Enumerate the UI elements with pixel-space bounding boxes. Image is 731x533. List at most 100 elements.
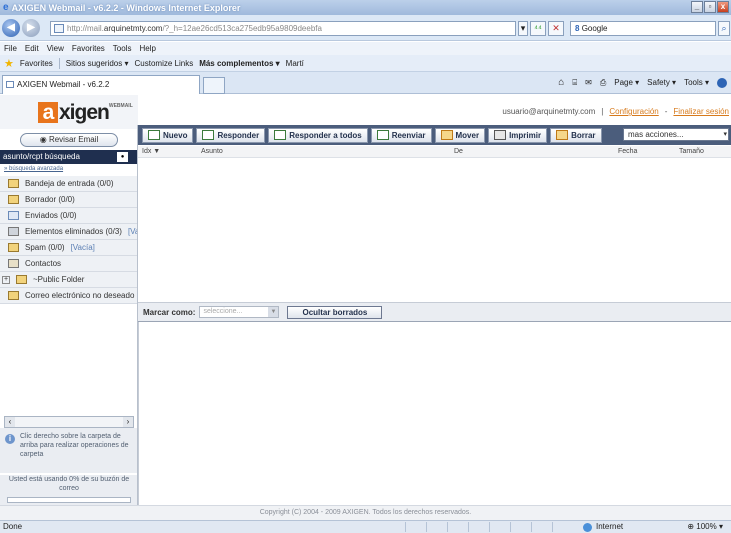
config-link[interactable]: Configuración (609, 107, 658, 116)
favorites-divider (58, 57, 60, 69)
col-subject[interactable]: Asunto (201, 148, 223, 155)
message-preview-pane (138, 322, 731, 505)
copyright-footer: Copyright (C) 2004 - 2009 AXIGEN. Todos … (0, 505, 731, 520)
folder-label: Correo electrónico no deseado (25, 291, 135, 300)
address-toolbar: ◀ ▶ http://mail.arquinetmty.com/?_h=12ae… (0, 15, 731, 41)
menu-view[interactable]: View (47, 44, 64, 53)
minimize-button[interactable]: _ (691, 1, 703, 13)
col-idx[interactable]: Idx ▼ (142, 148, 160, 155)
folder-label: Elementos eliminados (0/3) (25, 227, 122, 236)
mark-as-value: seleccione... (203, 308, 243, 315)
zone-label: Internet (596, 522, 624, 531)
check-mail-button[interactable]: ◉ Revisar Email (20, 133, 118, 147)
col-size[interactable]: Tamaño (679, 148, 704, 155)
folder-list-blank (0, 306, 138, 416)
logo-area: a xigenWEBMAIL (0, 95, 138, 129)
more-actions-select[interactable]: mas acciones... ▾ (623, 128, 729, 141)
home-icon[interactable]: ⌂ (558, 77, 564, 88)
forward-icon[interactable]: ▶ (22, 19, 40, 37)
drafts-icon (8, 195, 19, 204)
empty-spam-link[interactable]: [Vacía] (71, 243, 95, 252)
print-button[interactable]: Imprimir (488, 127, 548, 143)
menu-file[interactable]: File (4, 44, 17, 53)
search-input[interactable]: 8 Google (570, 21, 716, 36)
stop-icon[interactable]: ✕ (548, 21, 564, 36)
menu-tools[interactable]: Tools (113, 44, 132, 53)
folder-label: Bandeja de entrada (0/0) (25, 179, 114, 188)
address-input[interactable]: http://mail.arquinetmty.com/?_h=12ae26cd… (50, 21, 516, 36)
folder-trash[interactable]: Elementos eliminados (0/3)[Va (0, 224, 138, 240)
sent-icon (8, 211, 19, 220)
reply-button[interactable]: Responder (196, 127, 266, 143)
favorites-button[interactable]: Favorites (20, 59, 53, 68)
logo-letter: a (38, 102, 58, 123)
favorites-item-customize[interactable]: Customize Links (135, 59, 194, 68)
folder-list: Bandeja de entrada (0/0) Borrador (0/0) … (0, 176, 138, 304)
col-from[interactable]: De (454, 148, 463, 155)
advanced-search-link[interactable]: » búsqueda avanzada (4, 166, 63, 172)
ie-tab-active[interactable]: AXIGEN Webmail - v6.2.2 (2, 75, 200, 94)
reply-all-button[interactable]: Responder a todos (268, 127, 368, 143)
restore-button[interactable]: ▫ (704, 1, 716, 13)
folder-contacts[interactable]: Contactos (0, 256, 138, 272)
logout-link[interactable]: Finalizar sesión (673, 107, 729, 116)
info-icon: i (5, 434, 15, 444)
menu-edit[interactable]: Edit (25, 44, 39, 53)
delete-button[interactable]: Borrar (550, 127, 602, 143)
quota-text: Usted está usando 0% de su buzón de corr… (8, 476, 130, 492)
spam-icon (8, 243, 19, 252)
search-input[interactable]: asunto/rcpt búsqueda ● (0, 150, 138, 164)
back-icon[interactable]: ◀ (2, 19, 20, 37)
status-bar: Done Internet ⊕ 100% ▾ (0, 520, 731, 533)
mail-toolbar: Nuevo Responder Responder a todos Reenvi… (138, 125, 731, 145)
more-actions-value: mas acciones... (628, 130, 684, 139)
search-go-icon[interactable]: ● (117, 152, 128, 162)
expand-icon[interactable]: + (2, 275, 10, 284)
new-button[interactable]: Nuevo (142, 127, 194, 143)
col-date[interactable]: Fecha (618, 148, 637, 155)
safety-menu[interactable]: Safety ▾ (647, 78, 676, 87)
inbox-icon (8, 179, 19, 188)
folder-public[interactable]: + ~Public Folder (0, 272, 138, 288)
message-list (138, 158, 731, 302)
print-icon[interactable]: ⎙ (600, 78, 606, 88)
folder-drafts[interactable]: Borrador (0/0) (0, 192, 138, 208)
tools-menu[interactable]: Tools ▾ (684, 78, 709, 87)
close-button[interactable]: x (717, 1, 729, 13)
mark-as-bar: Marcar como: seleccione... ▼ Ocultar bor… (138, 302, 731, 322)
url-path: /?_h=12ae26cd513ca275edb95a9809deebfa (162, 24, 322, 33)
logo-text: xigen (59, 101, 110, 124)
favorites-item-complementos[interactable]: Más complementos ▾ (199, 59, 279, 68)
favorites-item-sugeridos[interactable]: Sitios sugeridos ▾ (66, 59, 129, 68)
mail-icon[interactable]: ✉ (585, 78, 592, 87)
refresh-icon[interactable]: ⁴⁴ (530, 21, 546, 36)
junk-icon (8, 291, 19, 300)
menu-favorites[interactable]: Favorites (72, 44, 105, 53)
forward-button[interactable]: Reenviar (370, 127, 432, 143)
url-domain: arquinetmty.com (103, 24, 163, 33)
zoom-control[interactable]: ⊕ 100% ▾ (687, 521, 723, 533)
help-icon[interactable] (717, 77, 727, 88)
reply-all-label: Responder a todos (289, 130, 362, 140)
folder-junk[interactable]: Correo electrónico no deseado (0, 288, 138, 304)
folder-spam[interactable]: Spam (0/0) [Vacía] (0, 240, 138, 256)
page-menu[interactable]: Page ▾ (614, 78, 639, 87)
mark-as-select[interactable]: seleccione... ▼ (199, 306, 280, 318)
feeds-icon[interactable]: ⌸ (572, 78, 577, 88)
hide-deleted-button[interactable]: Ocultar borrados (287, 305, 383, 319)
folder-sent[interactable]: Enviados (0/0) (0, 208, 138, 224)
print-label: Imprimir (509, 130, 542, 140)
search-icon[interactable]: ⌕ (718, 21, 730, 36)
new-tab-button[interactable] (203, 77, 225, 94)
scroll-left-icon[interactable]: ‹ (5, 417, 15, 427)
favorites-item-marti[interactable]: Martí (286, 59, 304, 68)
folder-label: Borrador (0/0) (25, 195, 75, 204)
new-label: Nuevo (163, 130, 188, 140)
folder-inbox[interactable]: Bandeja de entrada (0/0) (0, 176, 138, 192)
menu-help[interactable]: Help (139, 44, 155, 53)
folder-hscrollbar[interactable]: ‹ › (4, 416, 134, 428)
scroll-right-icon[interactable]: › (123, 417, 133, 427)
move-button[interactable]: Mover (434, 127, 486, 143)
address-dropdown-icon[interactable]: ▾ (518, 21, 528, 36)
folder-label: Contactos (25, 259, 62, 268)
